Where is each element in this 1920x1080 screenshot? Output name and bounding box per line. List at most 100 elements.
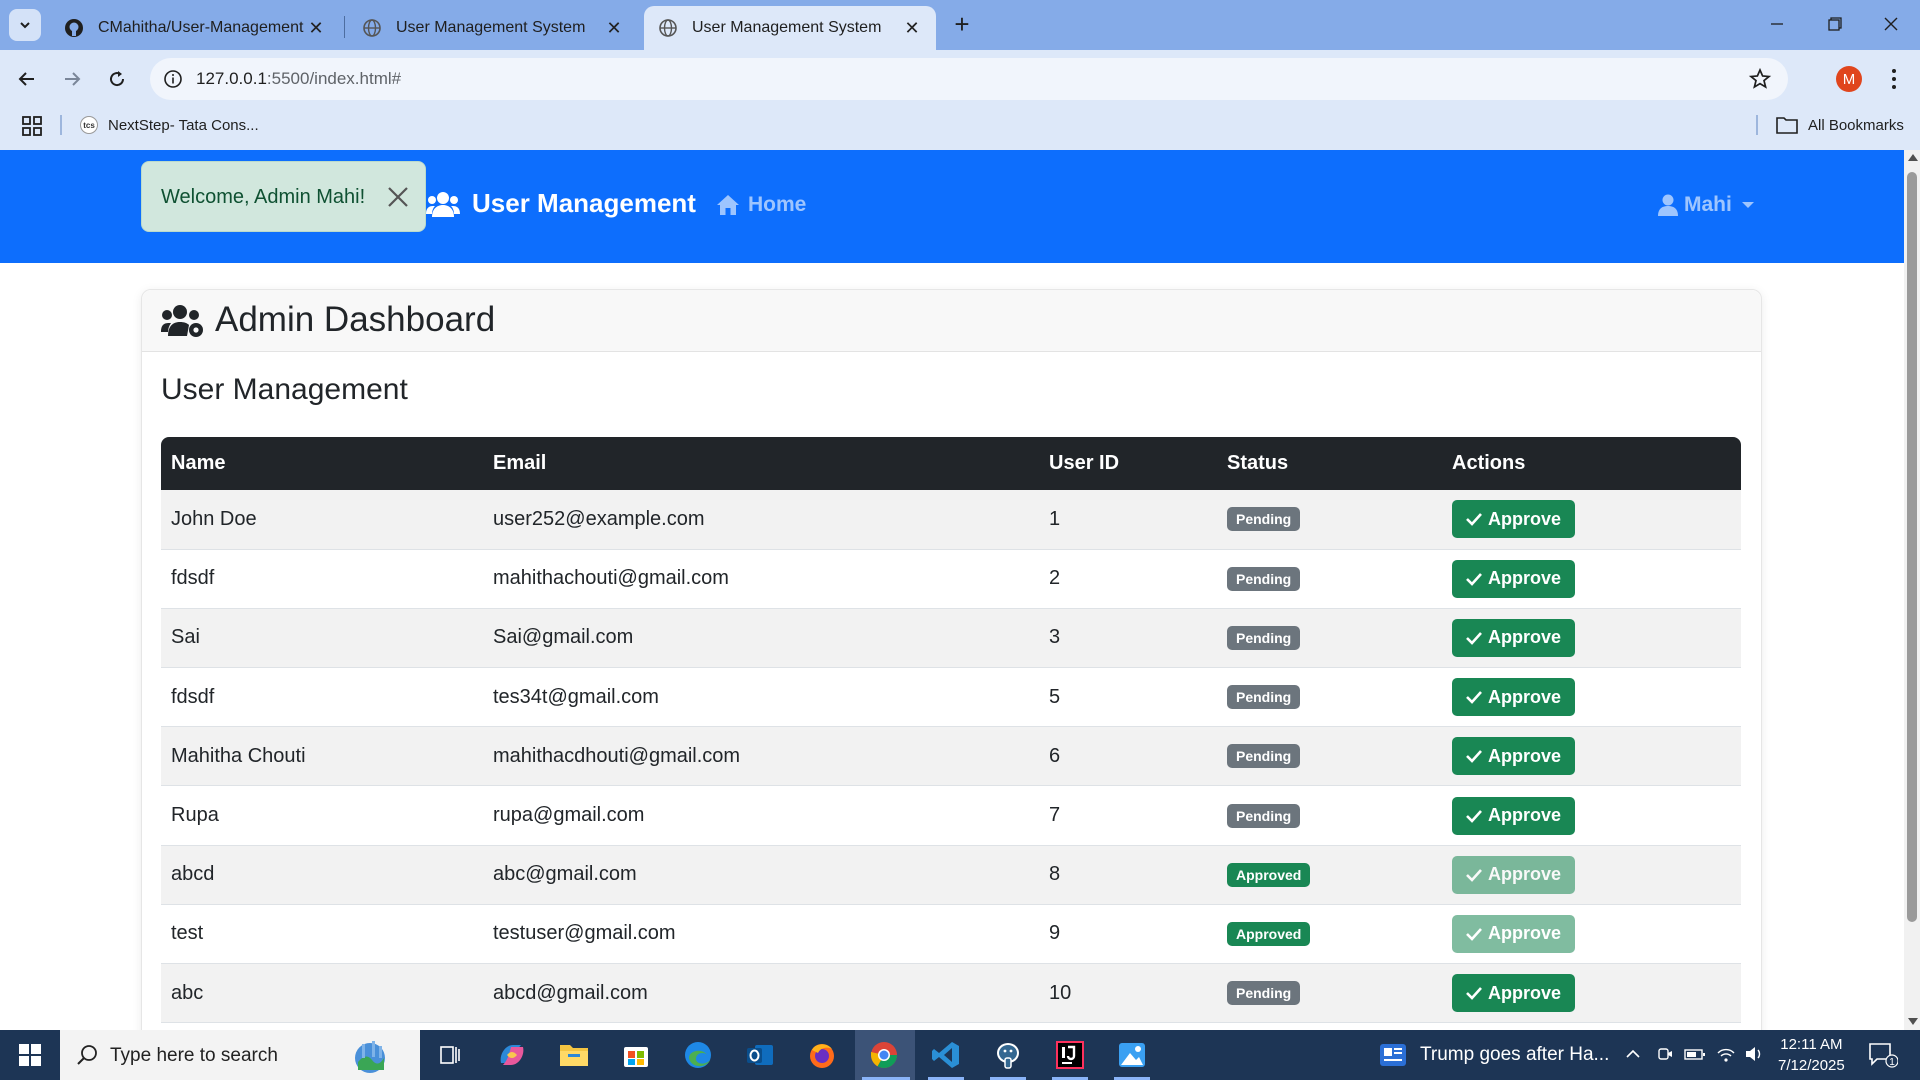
- profile-avatar[interactable]: M: [1836, 66, 1862, 92]
- microsoft-store-button[interactable]: [618, 1037, 654, 1073]
- edge-button[interactable]: [680, 1037, 716, 1073]
- tab-user-management-1[interactable]: User Management System ✕: [348, 6, 638, 50]
- notifications-icon[interactable]: 1: [1868, 1042, 1898, 1068]
- approve-button[interactable]: Approve: [1452, 974, 1576, 1013]
- all-bookmarks-button[interactable]: All Bookmarks: [1776, 113, 1904, 137]
- user-name-cell: abc: [161, 963, 483, 1024]
- column-header-email[interactable]: Email: [483, 437, 1039, 490]
- close-tab-icon[interactable]: ✕: [604, 18, 624, 38]
- check-icon: [1466, 987, 1482, 1000]
- photos-button[interactable]: [1114, 1037, 1150, 1073]
- volume-icon[interactable]: [1744, 1045, 1764, 1063]
- user-dropdown[interactable]: Mahi: [1658, 193, 1754, 217]
- scrollbar-thumb[interactable]: [1907, 172, 1917, 922]
- approve-button[interactable]: Approve: [1452, 737, 1576, 776]
- approve-label: Approve: [1488, 686, 1562, 707]
- column-header-status[interactable]: Status: [1217, 437, 1442, 490]
- apps-grid-icon[interactable]: [22, 116, 42, 141]
- forward-button[interactable]: [55, 62, 89, 96]
- bookmark-label: NextStep- Tata Cons...: [108, 116, 259, 134]
- taskbar-search-box[interactable]: Type here to search: [60, 1030, 420, 1080]
- close-tab-icon[interactable]: ✕: [306, 18, 326, 38]
- search-highlight-illustration-icon: [355, 1041, 385, 1073]
- user-email-cell: abc@gmail.com: [483, 845, 1039, 905]
- outlook-button[interactable]: [742, 1037, 778, 1073]
- wifi-icon[interactable]: [1716, 1045, 1736, 1063]
- users-cog-icon: [161, 305, 203, 337]
- new-tab-button[interactable]: +: [948, 9, 976, 39]
- minimize-button[interactable]: [1748, 0, 1806, 48]
- user-id-cell: 8: [1039, 845, 1217, 905]
- bookmark-divider: [1756, 115, 1758, 135]
- chrome-button[interactable]: [866, 1037, 902, 1073]
- actions-cell: Approve: [1442, 845, 1741, 905]
- tab-strip: CMahitha/User-Management ✕ User Manageme…: [0, 0, 1920, 50]
- column-header-actions[interactable]: Actions: [1442, 437, 1741, 490]
- approve-label: Approve: [1488, 627, 1562, 648]
- navbar-brand[interactable]: User Management: [426, 188, 696, 219]
- approve-button[interactable]: Approve: [1452, 678, 1576, 717]
- address-bar[interactable]: 127.0.0.1:5500/index.html#: [150, 58, 1788, 100]
- tab-user-management-active[interactable]: User Management System ✕: [644, 6, 936, 50]
- news-icon: [1380, 1044, 1406, 1066]
- card-header: Admin Dashboard: [142, 290, 1761, 352]
- outlook-icon: [747, 1045, 773, 1065]
- vscode-icon: [932, 1042, 959, 1068]
- user-email-cell: rupa@gmail.com: [483, 785, 1039, 846]
- site-info-icon[interactable]: [162, 68, 184, 90]
- approve-button[interactable]: Approve: [1452, 559, 1576, 598]
- task-view-button[interactable]: [432, 1037, 468, 1073]
- chrome-icon: [870, 1042, 898, 1069]
- approve-button[interactable]: Approve: [1452, 914, 1576, 953]
- user-name-cell: fdsdf: [161, 667, 483, 728]
- approve-button[interactable]: Approve: [1452, 500, 1576, 539]
- user-email-cell: mahithachouti@gmail.com: [483, 549, 1039, 609]
- vscode-button[interactable]: [928, 1037, 964, 1073]
- restore-button[interactable]: [1806, 0, 1864, 48]
- column-header-user-id[interactable]: User ID: [1039, 437, 1217, 490]
- approve-label: Approve: [1488, 923, 1562, 944]
- close-icon: [1884, 17, 1898, 31]
- user-email-cell: mahithacdhouti@gmail.com: [483, 726, 1039, 787]
- search-placeholder: Type here to search: [110, 1045, 278, 1066]
- meet-now-icon[interactable]: [1656, 1045, 1674, 1063]
- file-explorer-button[interactable]: [556, 1037, 592, 1073]
- approve-button[interactable]: Approve: [1452, 618, 1576, 657]
- scroll-down-arrow-icon[interactable]: [1908, 1018, 1918, 1025]
- user-id-cell: 3: [1039, 608, 1217, 669]
- actions-cell: Approve: [1442, 904, 1741, 965]
- close-tab-icon[interactable]: ✕: [902, 18, 922, 38]
- start-button[interactable]: [0, 1030, 60, 1080]
- status-cell: Pending: [1217, 785, 1442, 846]
- close-window-button[interactable]: [1862, 0, 1920, 48]
- system-clock[interactable]: 12:11 AM 7/12/2025: [1778, 1034, 1845, 1076]
- back-button[interactable]: [10, 62, 44, 96]
- bookmark-star-icon[interactable]: [1748, 67, 1772, 91]
- approve-button[interactable]: Approve: [1452, 796, 1576, 835]
- column-header-name[interactable]: Name: [161, 437, 483, 490]
- store-icon: [624, 1047, 648, 1067]
- news-widget[interactable]: Trump goes after Ha...: [1380, 1030, 1609, 1080]
- nav-home-link[interactable]: Home: [716, 193, 806, 217]
- postgresql-button[interactable]: [990, 1037, 1026, 1073]
- url-text[interactable]: 127.0.0.1:5500/index.html#: [196, 69, 401, 89]
- bookmark-divider: [60, 115, 62, 135]
- clock-date: 7/12/2025: [1778, 1057, 1845, 1074]
- page-scrollbar[interactable]: [1904, 150, 1920, 1030]
- intellij-button[interactable]: [1052, 1037, 1088, 1073]
- status-badge: Pending: [1227, 981, 1301, 1006]
- scroll-up-arrow-icon[interactable]: [1908, 154, 1918, 161]
- close-toast-icon[interactable]: [384, 183, 412, 211]
- copilot-button[interactable]: [494, 1037, 530, 1073]
- chevron-up-icon[interactable]: [1624, 1045, 1642, 1063]
- approve-button[interactable]: Approve: [1452, 855, 1576, 894]
- tab-github[interactable]: CMahitha/User-Management ✕: [50, 6, 340, 50]
- reload-button[interactable]: [100, 62, 134, 96]
- firefox-button[interactable]: [804, 1037, 840, 1073]
- table-header-row: Name Email User ID Status Actions: [161, 437, 1741, 490]
- tab-search-button[interactable]: [9, 9, 41, 41]
- bookmark-nextstep[interactable]: tcs NextStep- Tata Cons...: [80, 113, 259, 137]
- table-row: Rupa rupa@gmail.com 7 Pending Approve: [161, 785, 1741, 846]
- battery-icon[interactable]: [1684, 1045, 1706, 1063]
- browser-menu-icon[interactable]: [1880, 64, 1908, 94]
